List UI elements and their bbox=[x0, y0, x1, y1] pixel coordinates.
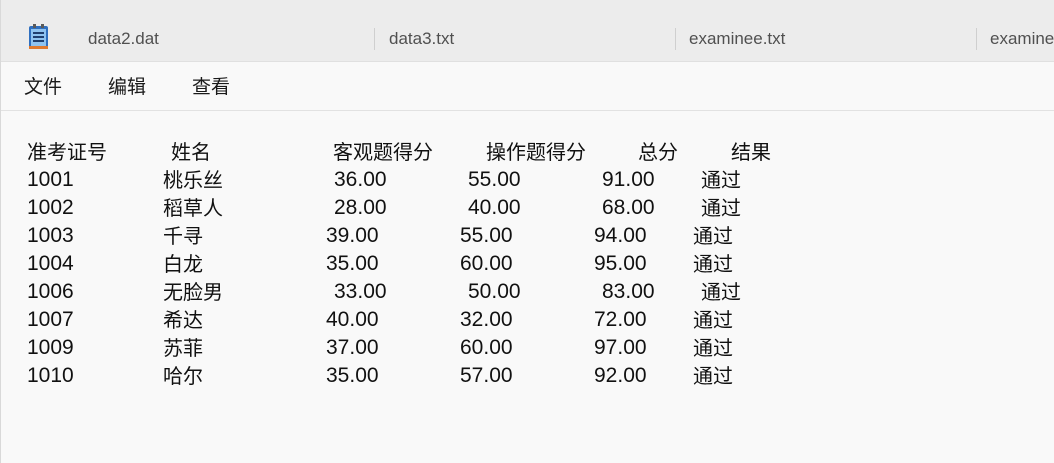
tab-divider bbox=[976, 28, 977, 50]
notepad-icon bbox=[28, 24, 49, 50]
header-name: 姓名 bbox=[171, 140, 211, 164]
tab-label: examine bbox=[990, 29, 1054, 48]
row-result: 通过 bbox=[701, 280, 741, 304]
row-exam-id: 1002 bbox=[27, 196, 74, 219]
menu-view[interactable]: 查看 bbox=[192, 73, 230, 101]
row-operation-score: 50.00 bbox=[468, 280, 521, 303]
tab-examine[interactable]: examine bbox=[990, 24, 1054, 54]
header-objective-score: 客观题得分 bbox=[333, 140, 433, 164]
row-total-score: 94.00 bbox=[594, 224, 647, 247]
row-objective-score: 36.00 bbox=[334, 168, 387, 191]
menu-file[interactable]: 文件 bbox=[24, 73, 62, 101]
row-operation-score: 60.00 bbox=[460, 252, 513, 275]
row-exam-id: 1006 bbox=[27, 280, 74, 303]
header-total-score: 总分 bbox=[638, 140, 678, 164]
tab-data3-txt[interactable]: data3.txt bbox=[389, 24, 454, 54]
row-objective-score: 33.00 bbox=[334, 280, 387, 303]
row-name: 苏菲 bbox=[163, 336, 203, 360]
header-exam-id: 准考证号 bbox=[27, 140, 107, 164]
row-name: 无脸男 bbox=[163, 280, 223, 304]
row-total-score: 91.00 bbox=[602, 168, 655, 191]
row-total-score: 95.00 bbox=[594, 252, 647, 275]
row-exam-id: 1010 bbox=[27, 364, 74, 387]
row-result: 通过 bbox=[693, 336, 733, 360]
row-total-score: 83.00 bbox=[602, 280, 655, 303]
row-exam-id: 1003 bbox=[27, 224, 74, 247]
row-operation-score: 60.00 bbox=[460, 336, 513, 359]
row-total-score: 92.00 bbox=[594, 364, 647, 387]
menu-bar: 文件 编辑 查看 bbox=[1, 62, 1054, 111]
header-result: 结果 bbox=[731, 140, 771, 164]
row-objective-score: 37.00 bbox=[326, 336, 379, 359]
row-operation-score: 57.00 bbox=[460, 364, 513, 387]
tab-bar: data2.dat data3.txt examinee.txt examine bbox=[1, 0, 1054, 62]
row-operation-score: 32.00 bbox=[460, 308, 513, 331]
row-objective-score: 28.00 bbox=[334, 196, 387, 219]
row-exam-id: 1001 bbox=[27, 168, 74, 191]
row-objective-score: 40.00 bbox=[326, 308, 379, 331]
tab-label: examinee.txt bbox=[689, 29, 786, 48]
tab-divider bbox=[374, 28, 375, 50]
row-objective-score: 35.00 bbox=[326, 364, 379, 387]
tab-label: data2.dat bbox=[88, 29, 159, 48]
row-name: 稻草人 bbox=[163, 196, 223, 220]
row-operation-score: 55.00 bbox=[460, 224, 513, 247]
row-result: 通过 bbox=[693, 224, 733, 248]
row-objective-score: 35.00 bbox=[326, 252, 379, 275]
row-name: 白龙 bbox=[163, 252, 203, 276]
row-exam-id: 1007 bbox=[27, 308, 74, 331]
row-total-score: 68.00 bbox=[602, 196, 655, 219]
row-total-score: 72.00 bbox=[594, 308, 647, 331]
tab-label: data3.txt bbox=[389, 29, 455, 48]
row-name: 哈尔 bbox=[163, 364, 203, 388]
row-name: 桃乐丝 bbox=[163, 168, 223, 192]
row-name: 千寻 bbox=[163, 224, 203, 248]
row-result: 通过 bbox=[693, 364, 733, 388]
row-result: 通过 bbox=[693, 252, 733, 276]
row-operation-score: 55.00 bbox=[468, 168, 521, 191]
notepad-window: data2.dat data3.txt examinee.txt examine… bbox=[0, 0, 1054, 463]
text-editor[interactable]: 准考证号 姓名 客观题得分 操作题得分 总分 结果 1001 桃乐丝 36.00… bbox=[1, 111, 1054, 463]
tab-data2-dat[interactable]: data2.dat bbox=[88, 24, 159, 54]
row-operation-score: 40.00 bbox=[468, 196, 521, 219]
row-name: 希达 bbox=[163, 308, 203, 332]
menu-edit[interactable]: 编辑 bbox=[108, 73, 146, 101]
row-total-score: 97.00 bbox=[594, 336, 647, 359]
tab-divider bbox=[675, 28, 676, 50]
row-result: 通过 bbox=[701, 168, 741, 192]
row-result: 通过 bbox=[701, 196, 741, 220]
row-objective-score: 39.00 bbox=[326, 224, 379, 247]
row-exam-id: 1004 bbox=[27, 252, 74, 275]
header-operation-score: 操作题得分 bbox=[486, 140, 586, 164]
row-result: 通过 bbox=[693, 308, 733, 332]
tab-examinee-txt[interactable]: examinee.txt bbox=[689, 24, 785, 54]
row-exam-id: 1009 bbox=[27, 336, 74, 359]
